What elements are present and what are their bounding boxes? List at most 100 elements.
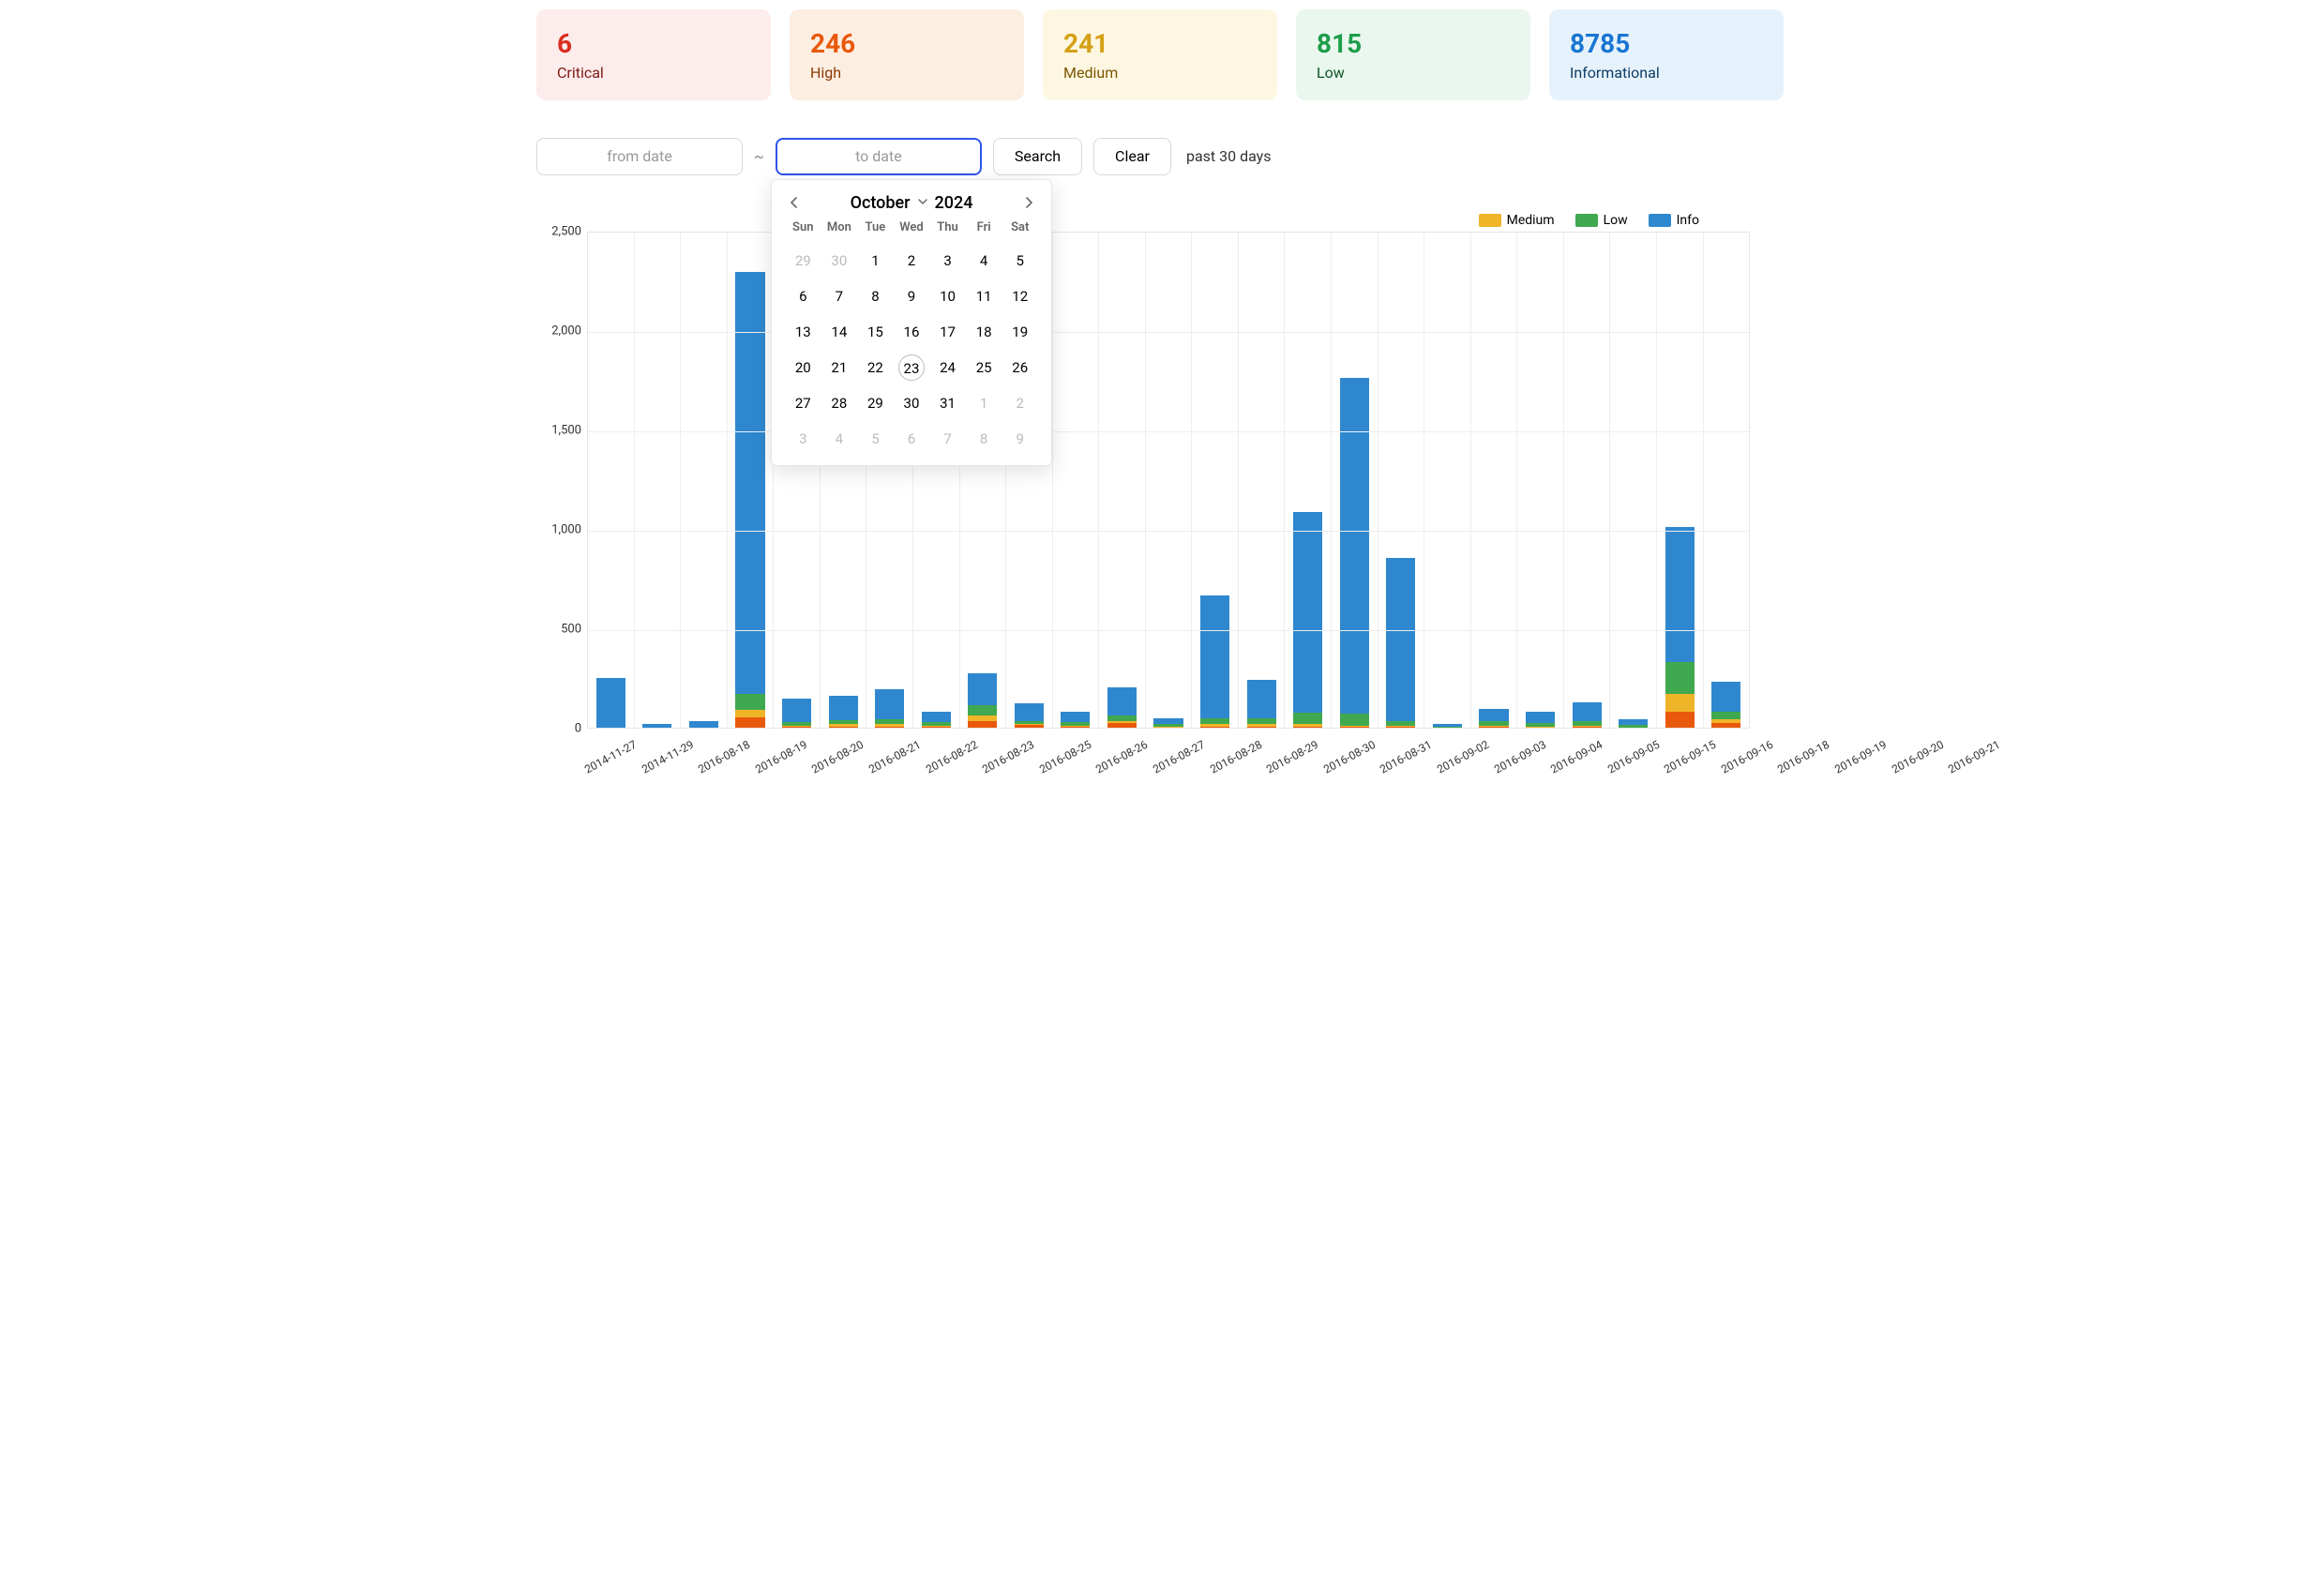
calendar-day[interactable]: 12 — [1002, 283, 1038, 309]
calendar-day[interactable]: 29 — [857, 390, 894, 416]
stacked-bar[interactable] — [596, 678, 625, 728]
calendar-day-other-month[interactable]: 1 — [966, 390, 1002, 416]
x-tick-label: 2016-08-28 — [1208, 737, 1264, 775]
x-tick-label: 2016-08-20 — [809, 737, 866, 775]
bar-segment-high — [1200, 727, 1229, 728]
calendar-day-other-month[interactable]: 29 — [785, 248, 821, 274]
stat-value: 6 — [557, 28, 750, 60]
gridline — [588, 531, 1749, 532]
calendar-day[interactable]: 4 — [966, 248, 1002, 274]
stacked-bar[interactable] — [875, 689, 904, 727]
legend-item-info[interactable]: Info — [1649, 213, 1699, 228]
to-date-input[interactable] — [776, 138, 982, 175]
stacked-bar[interactable] — [1200, 595, 1229, 728]
calendar-day[interactable]: 8 — [857, 283, 894, 309]
prev-month-button[interactable] — [785, 193, 804, 212]
stacked-bar[interactable] — [1479, 709, 1508, 728]
stat-card-medium[interactable]: 241Medium — [1043, 9, 1277, 100]
stat-label: Low — [1317, 64, 1510, 82]
next-month-button[interactable] — [1019, 193, 1038, 212]
legend-swatch-low — [1575, 214, 1598, 227]
stacked-bar[interactable] — [1015, 703, 1044, 727]
gridline — [588, 630, 1749, 631]
calendar-day-other-month[interactable]: 8 — [966, 426, 1002, 452]
calendar-day[interactable]: 31 — [929, 390, 966, 416]
legend-item-low[interactable]: Low — [1575, 213, 1628, 228]
stacked-bar[interactable] — [1061, 712, 1090, 728]
calendar-day[interactable]: 28 — [821, 390, 858, 416]
calendar-day[interactable]: 30 — [894, 390, 930, 416]
calendar-day[interactable]: 19 — [1002, 319, 1038, 345]
from-date-input[interactable] — [536, 138, 743, 175]
stacked-bar[interactable] — [1107, 687, 1137, 727]
calendar-day[interactable]: 26 — [1002, 354, 1038, 381]
calendar-day[interactable]: 5 — [1002, 248, 1038, 274]
bar-segment-low — [1619, 725, 1648, 727]
calendar-day[interactable]: 1 — [857, 248, 894, 274]
calendar-day[interactable]: 7 — [821, 283, 858, 309]
stacked-bar[interactable] — [1386, 558, 1415, 727]
calendar-day[interactable]: 18 — [966, 319, 1002, 345]
calendar-day[interactable]: 14 — [821, 319, 858, 345]
stat-card-critical[interactable]: 6 Critical — [536, 9, 771, 100]
calendar-day-other-month[interactable]: 3 — [785, 426, 821, 452]
calendar-day[interactable]: 27 — [785, 390, 821, 416]
x-tick-label: 2016-09-19 — [1832, 737, 1889, 775]
calendar-day[interactable]: 2 — [894, 248, 930, 274]
stacked-bar[interactable] — [922, 712, 951, 728]
stacked-bar[interactable] — [829, 696, 858, 728]
stacked-bar[interactable] — [1711, 682, 1740, 728]
bar-segment-info — [968, 673, 997, 705]
stacked-bar[interactable] — [689, 721, 718, 727]
calendar-day-other-month[interactable]: 30 — [821, 248, 858, 274]
calendar-day[interactable]: 21 — [821, 354, 858, 381]
calendar-day[interactable]: 10 — [929, 283, 966, 309]
calendar-day[interactable]: 20 — [785, 354, 821, 381]
stacked-bar[interactable] — [1433, 724, 1462, 727]
clear-button[interactable]: Clear — [1093, 138, 1171, 175]
calendar-day[interactable]: 15 — [857, 319, 894, 345]
calendar-day-other-month[interactable]: 7 — [929, 426, 966, 452]
stacked-bar[interactable] — [1340, 378, 1369, 728]
calendar-day[interactable]: 16 — [894, 319, 930, 345]
stat-label: Critical — [557, 64, 750, 82]
calendar-day-other-month[interactable]: 2 — [1002, 390, 1038, 416]
calendar-day[interactable]: 9 — [894, 283, 930, 309]
stat-card-low[interactable]: 815 Low — [1296, 9, 1530, 100]
stat-card-info[interactable]: 8785Informational — [1549, 9, 1784, 100]
x-tick-label: 2016-08-27 — [1151, 737, 1207, 775]
quick-range-link[interactable]: past 30 days — [1186, 147, 1272, 165]
calendar-day[interactable]: 23 — [898, 354, 925, 381]
calendar-day[interactable]: 17 — [929, 319, 966, 345]
calendar-day[interactable]: 24 — [929, 354, 966, 381]
calendar-day-other-month[interactable]: 4 — [821, 426, 858, 452]
calendar-day-other-month[interactable]: 9 — [1002, 426, 1038, 452]
calendar-day-other-month[interactable]: 6 — [894, 426, 930, 452]
stacked-bar[interactable] — [642, 724, 671, 727]
stacked-bar[interactable] — [1665, 527, 1695, 728]
stat-value: 815 — [1317, 28, 1510, 60]
calendar-day[interactable]: 6 — [785, 283, 821, 309]
calendar-day[interactable]: 3 — [929, 248, 966, 274]
stacked-bar[interactable] — [1293, 512, 1322, 728]
stat-card-high[interactable]: 246High — [790, 9, 1024, 100]
calendar-day[interactable]: 22 — [857, 354, 894, 381]
stat-value: 246 — [810, 28, 1003, 60]
bar-segment-medium — [1665, 694, 1695, 712]
stacked-bar[interactable] — [968, 673, 997, 727]
calendar-day-other-month[interactable]: 5 — [857, 426, 894, 452]
stacked-bar[interactable] — [1619, 719, 1648, 727]
stacked-bar[interactable] — [782, 699, 811, 728]
stacked-bar[interactable] — [1247, 680, 1276, 728]
month-year-selector[interactable]: October 2024 — [851, 193, 973, 213]
stacked-bar[interactable] — [1153, 718, 1183, 728]
legend-item-medium[interactable]: Medium — [1479, 213, 1555, 228]
calendar-day[interactable]: 11 — [966, 283, 1002, 309]
bar-slot — [1378, 233, 1425, 728]
stacked-bar[interactable] — [735, 272, 764, 727]
stacked-bar[interactable] — [1526, 712, 1555, 728]
calendar-day[interactable]: 25 — [966, 354, 1002, 381]
search-button[interactable]: Search — [993, 138, 1082, 175]
calendar-day[interactable]: 13 — [785, 319, 821, 345]
stacked-bar[interactable] — [1573, 702, 1602, 727]
